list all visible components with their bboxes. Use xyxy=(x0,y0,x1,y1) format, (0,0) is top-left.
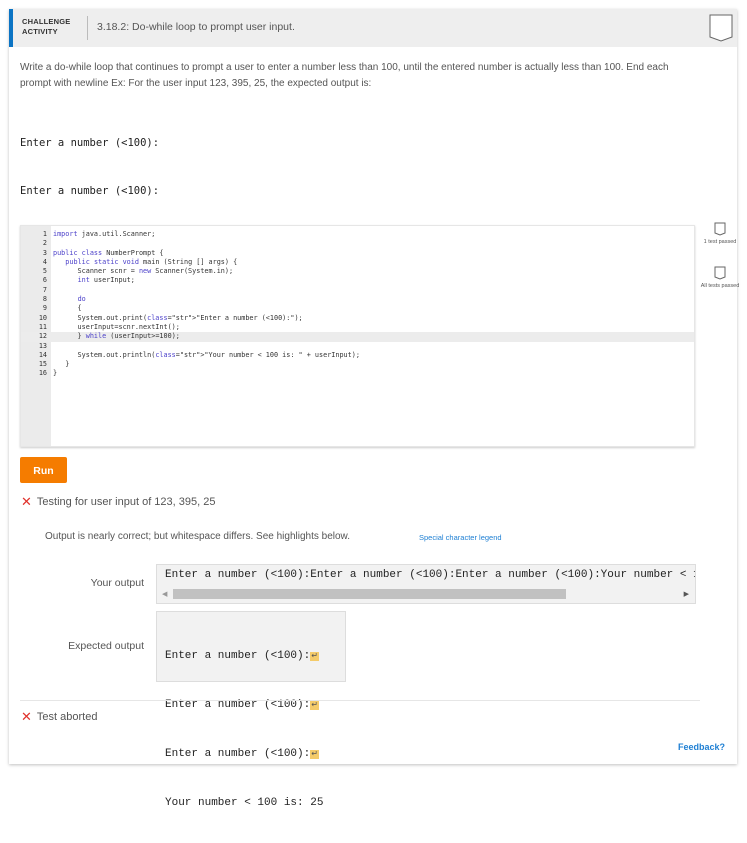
line-number: 8 xyxy=(42,295,47,304)
your-output-box: Enter a number (<100):Enter a number (<1… xyxy=(156,564,696,604)
line-number: 10 xyxy=(38,313,47,322)
activity-header: CHALLENGE ACTIVITY 3.18.2: Do-while loop… xyxy=(9,9,737,47)
activity-title: 3.18.2: Do-while loop to prompt user inp… xyxy=(97,21,295,33)
code-line[interactable]: 6 int userInput; xyxy=(21,276,694,285)
all-tests-badge-icon xyxy=(714,266,726,280)
code-line[interactable]: 15 } xyxy=(21,360,694,369)
header-separator xyxy=(87,16,88,40)
line-number: 16 xyxy=(38,369,47,378)
code-text[interactable]: do xyxy=(53,295,86,304)
expected-output-text: Enter a number (<100):↵ Enter a number (… xyxy=(165,650,324,809)
code-text[interactable]: { xyxy=(53,304,82,313)
code-line[interactable]: 5 Scanner scnr = new Scanner(System.in); xyxy=(21,267,694,276)
line-number: 6 xyxy=(42,276,47,285)
newline-marker-icon: ↵ xyxy=(310,652,319,661)
code-line[interactable]: 16} xyxy=(21,369,694,378)
code-text[interactable]: } while (userInput>=100); xyxy=(53,332,180,341)
scroll-right-arrow-icon[interactable]: ▶ xyxy=(684,590,689,598)
code-line[interactable]: 8 do xyxy=(21,295,694,304)
code-text[interactable]: System.out.print(class="str">"Enter a nu… xyxy=(53,314,303,323)
code-line[interactable]: 10 System.out.print(class="str">"Enter a… xyxy=(21,314,694,323)
code-line[interactable]: 9 { xyxy=(21,304,694,313)
one-test-status: 1 test passed xyxy=(700,222,740,246)
test-aborted-status: ✕ Test aborted xyxy=(21,709,98,724)
your-output-text: Enter a number (<100):Enter a number (<1… xyxy=(165,569,695,581)
your-output-label: Your output xyxy=(90,577,144,589)
code-line[interactable]: 11 userInput=scnr.nextInt(); xyxy=(21,323,694,332)
one-test-badge-icon xyxy=(714,222,726,236)
line-number: 5 xyxy=(42,267,47,276)
run-button[interactable]: Run xyxy=(20,457,67,483)
line-number: 7 xyxy=(42,285,47,294)
code-text[interactable]: } xyxy=(53,369,57,378)
expected-output-box: Enter a number (<100):↵ Enter a number (… xyxy=(156,611,346,809)
code-line[interactable]: 12 } while (userInput>=100); xyxy=(21,332,694,342)
line-number: 14 xyxy=(38,350,47,359)
line-number: 3 xyxy=(42,248,47,257)
fail-x-icon: ✕ xyxy=(21,709,32,724)
code-line[interactable]: 2 xyxy=(21,239,694,248)
code-lines[interactable]: 1 import java.util.Scanner; 2 3 public class… xyxy=(21,230,694,379)
test-result-header: ✕ Testing for user input of 123, 395, 25 xyxy=(21,494,216,509)
code-text[interactable]: import java.util.Scanner; xyxy=(53,230,155,239)
expected-output-label: Expected output xyxy=(68,640,144,652)
all-tests-status: All tests passed xyxy=(700,266,740,290)
results-divider xyxy=(20,700,700,701)
code-text[interactable]: } xyxy=(53,360,69,369)
code-text[interactable]: public class NumberPrompt { xyxy=(53,249,164,258)
code-text[interactable]: Scanner scnr = new Scanner(System.in); xyxy=(53,267,234,276)
newline-marker-icon: ↵ xyxy=(310,701,319,710)
line-number: 4 xyxy=(42,257,47,266)
code-text[interactable]: int userInput; xyxy=(53,276,135,285)
line-number: 11 xyxy=(38,322,47,331)
code-editor[interactable]: 1 import java.util.Scanner; 2 3 public class… xyxy=(20,225,695,447)
code-line[interactable]: 4 public static void main (String [] arg… xyxy=(21,258,694,267)
fail-x-icon: ✕ xyxy=(21,494,32,509)
code-text[interactable]: public static void main (String [] args)… xyxy=(53,258,237,267)
code-line[interactable]: 13 xyxy=(21,342,694,351)
code-text[interactable]: userInput=scnr.nextInt(); xyxy=(53,323,180,332)
special-character-legend-link[interactable]: Special character legend xyxy=(419,533,502,542)
line-number: 2 xyxy=(42,239,47,248)
problem-description: Write a do-while loop that continues to … xyxy=(20,62,669,89)
activity-type-label: CHALLENGE ACTIVITY xyxy=(22,17,71,36)
code-line[interactable]: 14 System.out.println(class="str">"Your … xyxy=(21,351,694,360)
line-number: 9 xyxy=(42,304,47,313)
line-number: 13 xyxy=(38,341,47,350)
newline-marker-icon: ↵ xyxy=(310,750,319,759)
feedback-link[interactable]: Feedback? xyxy=(678,742,725,752)
line-number: 12 xyxy=(38,332,47,341)
line-number: 15 xyxy=(38,360,47,369)
scroll-left-arrow-icon[interactable]: ◀ xyxy=(162,590,167,598)
code-text[interactable]: System.out.println(class="str">"Your num… xyxy=(53,351,360,360)
horizontal-scrollbar[interactable]: ◀ ▶ xyxy=(159,588,693,600)
code-line[interactable]: 7 xyxy=(21,286,694,295)
code-line[interactable]: 3 public class NumberPrompt { xyxy=(21,249,694,258)
line-number: 1 xyxy=(42,230,47,238)
scrollbar-thumb[interactable] xyxy=(173,589,566,599)
code-line[interactable]: 1 import java.util.Scanner; xyxy=(21,230,694,239)
completion-badge-icon xyxy=(709,14,733,47)
result-message: Output is nearly correct; but whitespace… xyxy=(45,531,350,542)
